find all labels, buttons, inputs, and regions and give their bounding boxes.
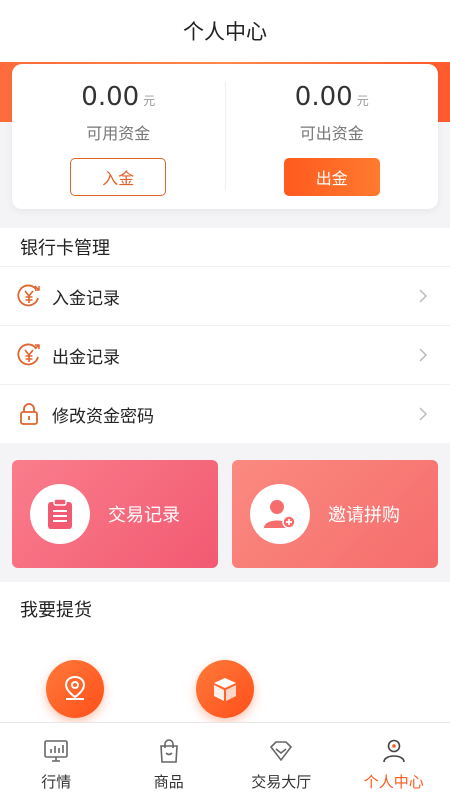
add-user-icon — [264, 500, 296, 529]
invite-group-buy-card[interactable]: 邀请拼购 — [232, 460, 438, 568]
bank-card-section: 银行卡管理 入金记录 出金记录 修改资金密码 — [0, 228, 450, 443]
promo-label: 邀请拼购 — [328, 505, 400, 526]
withdrawable-funds: 0.00 元 可出资金 出金 — [226, 64, 439, 209]
list-item-deposit-records[interactable]: 入金记录 — [0, 266, 450, 325]
withdrawable-amount: 0.00 — [294, 82, 353, 112]
pickup-location-button[interactable] — [46, 660, 104, 718]
monitor-chart-icon — [44, 740, 69, 762]
chevron-right-icon — [419, 407, 428, 421]
lock-icon — [20, 403, 38, 425]
promo-row: 交易记录 邀请拼购 — [0, 448, 450, 582]
tab-products[interactable]: 商品 — [113, 723, 226, 800]
list-item-label: 修改资金密码 — [52, 406, 154, 427]
bottom-tab-bar: 行情 商品 交易大厅 个人中心 — [0, 722, 450, 800]
yuan-in-icon — [17, 284, 40, 307]
tab-trading-hall[interactable]: 交易大厅 — [225, 723, 338, 800]
balance-card: 0.00 元 可用资金 入金 0.00 元 可出资金 出金 — [12, 64, 438, 209]
chevron-right-icon — [419, 289, 428, 303]
available-label: 可用资金 — [86, 124, 151, 143]
pickup-box-button[interactable] — [196, 660, 254, 718]
withdraw-button[interactable]: 出金 — [283, 158, 380, 196]
shopping-bag-icon — [159, 739, 178, 763]
deposit-button[interactable]: 入金 — [70, 158, 167, 196]
withdrawable-unit: 元 — [356, 94, 369, 108]
box-icon — [214, 678, 236, 701]
promo-label: 交易记录 — [108, 505, 180, 526]
section-title: 我要提货 — [20, 600, 92, 621]
tab-market[interactable]: 行情 — [0, 723, 113, 800]
list-item-withdraw-records[interactable]: 出金记录 — [0, 325, 450, 384]
pickup-section: 我要提货 — [0, 582, 450, 722]
page-title: 个人中心 — [183, 20, 267, 44]
location-pin-icon — [64, 675, 86, 700]
screen: 个人中心 0.00 元 可用资金 入金 0.00 元 可出资金 出金 银行卡管理 — [0, 0, 450, 800]
list-item-label: 入金记录 — [52, 288, 120, 309]
tab-label: 商品 — [153, 773, 184, 791]
withdrawable-label: 可出资金 — [299, 124, 364, 143]
list-item-change-fund-password[interactable]: 修改资金密码 — [0, 384, 450, 443]
chevron-right-icon — [419, 348, 428, 362]
list-item-label: 出金记录 — [52, 347, 120, 368]
trade-records-card[interactable]: 交易记录 — [12, 460, 218, 568]
diamond-icon — [270, 741, 293, 762]
user-icon — [382, 739, 405, 763]
available-funds: 0.00 元 可用资金 入金 — [12, 64, 225, 209]
tab-profile[interactable]: 个人中心 — [338, 723, 450, 800]
tab-label: 个人中心 — [363, 773, 424, 791]
available-amount: 0.00 — [81, 82, 140, 112]
clipboard-icon — [48, 498, 72, 529]
yuan-out-icon — [17, 343, 40, 366]
section-title: 银行卡管理 — [20, 238, 110, 259]
navbar: 个人中心 — [0, 0, 450, 62]
tab-label: 行情 — [41, 773, 72, 791]
tab-label: 交易大厅 — [251, 773, 312, 791]
available-unit: 元 — [143, 94, 156, 108]
